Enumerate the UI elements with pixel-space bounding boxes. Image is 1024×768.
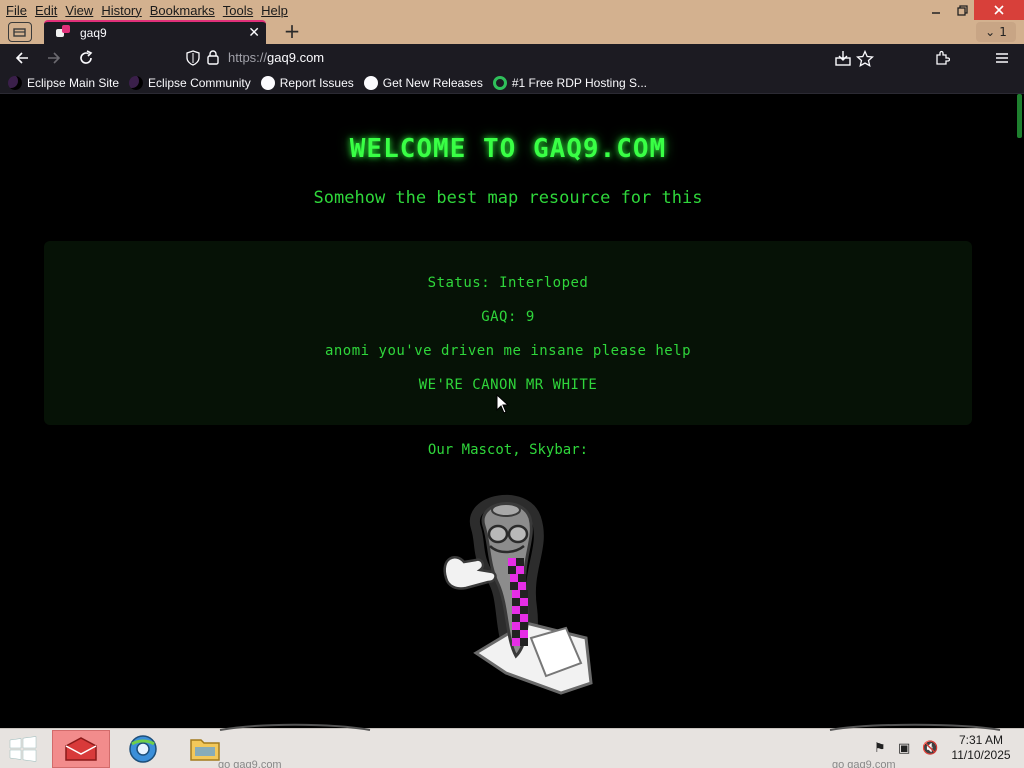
bookmark-label: Report Issues xyxy=(279,75,354,90)
bookmark-get-new-releases[interactable]: Get New Releases xyxy=(363,75,483,90)
volume-muted-icon[interactable]: 🔇 xyxy=(922,741,938,756)
tab-overview-icon xyxy=(13,28,26,37)
menu-view[interactable]: View xyxy=(61,3,97,18)
bookmark-eclipse-main-site[interactable]: Eclipse Main Site xyxy=(8,75,120,90)
forward-arrow-icon xyxy=(48,52,61,64)
clock-time: 7:31 AM xyxy=(958,733,1004,747)
taskbar-app-active[interactable] xyxy=(52,730,110,768)
reload-button[interactable] xyxy=(74,48,98,68)
rdp-icon xyxy=(492,75,507,90)
back-arrow-icon xyxy=(15,52,28,64)
taskbar-ghost-label: go gaq9.com xyxy=(832,759,896,768)
bookmark-label: Eclipse Community xyxy=(148,75,251,90)
address-bar[interactable]: https://gaq9.com xyxy=(178,47,878,69)
close-icon xyxy=(994,5,1004,15)
windows-logo-icon xyxy=(9,736,37,762)
chevron-down-icon: ⌄ xyxy=(985,25,996,39)
page-viewport[interactable]: WELCOME TO GAQ9.COM Somehow the best map… xyxy=(0,94,1024,728)
mascot-skybar-image xyxy=(443,494,593,695)
tracking-protection-shield-icon[interactable] xyxy=(186,50,200,66)
folder-icon xyxy=(190,739,220,761)
menu-help[interactable]: Help xyxy=(257,3,292,18)
mascot-label: Our Mascot, Skybar: xyxy=(427,442,589,458)
start-button[interactable] xyxy=(8,735,40,763)
gaq9-favicon-icon xyxy=(56,25,72,41)
reload-icon xyxy=(80,50,93,64)
status-line: Status: Interloped xyxy=(427,275,589,291)
menu-edit[interactable]: Edit xyxy=(31,3,61,18)
extensions-button[interactable] xyxy=(930,48,954,68)
hamburger-menu-icon xyxy=(996,53,1008,63)
gaq-line: GAQ: 9 xyxy=(481,309,535,325)
url-text[interactable]: https://gaq9.com xyxy=(228,50,324,65)
eclipse-icon xyxy=(8,75,22,90)
network-icon[interactable]: ▣ xyxy=(898,741,910,756)
menu-tools[interactable]: Tools xyxy=(219,3,257,18)
clock-date: 11/10/2025 xyxy=(951,748,1011,762)
bookmark-rdp-hosting[interactable]: #1 Free RDP Hosting S... xyxy=(492,75,648,90)
tab-count: 1 xyxy=(999,25,1007,39)
system-clock[interactable]: 7:31 AM 11/10/2025 xyxy=(946,733,1016,763)
scrollbar-thumb[interactable] xyxy=(1017,94,1022,138)
new-tab-button[interactable]: + xyxy=(282,21,302,42)
bookmarks-toolbar: Eclipse Main Site Eclipse Community Repo… xyxy=(0,72,1024,94)
taskbar: go gaq9.com go gaq9.com ⚑ ▣ 🔇 7:31 AM 11… xyxy=(0,723,1024,768)
puzzle-piece-icon xyxy=(936,50,951,65)
title-bar: File Edit View History Bookmarks Tools H… xyxy=(0,0,1024,20)
github-icon xyxy=(260,75,275,90)
minimize-icon xyxy=(932,12,940,14)
bookmark-label: Eclipse Main Site xyxy=(27,75,120,90)
forward-button[interactable] xyxy=(42,48,66,68)
github-icon xyxy=(363,75,378,90)
bookmark-label: #1 Free RDP Hosting S... xyxy=(511,75,648,90)
bookmark-label: Get New Releases xyxy=(382,75,483,90)
menu-bar: File Edit View History Bookmarks Tools H… xyxy=(0,0,292,20)
close-window-button[interactable] xyxy=(974,0,1024,20)
tab-gaq9[interactable]: gaq9 ✕ xyxy=(44,20,266,44)
taskbar-ghost-label: go gaq9.com xyxy=(218,759,282,768)
tab-overview-button[interactable] xyxy=(8,22,32,42)
eclipse-icon xyxy=(129,75,144,90)
back-button[interactable] xyxy=(10,48,34,68)
tab-strip: gaq9 ✕ + ⌄ 1 xyxy=(0,20,1024,44)
app-envelope-icon xyxy=(65,737,97,761)
page-title: WELCOME TO GAQ9.COM xyxy=(349,134,667,164)
bookmark-star-icon[interactable] xyxy=(856,50,874,68)
restore-icon xyxy=(956,4,968,16)
tab-title: gaq9 xyxy=(80,26,107,40)
menu-history[interactable]: History xyxy=(97,3,145,18)
menu-bookmarks[interactable]: Bookmarks xyxy=(146,3,219,18)
canon-line: WE'RE CANON MR WHITE xyxy=(418,377,598,393)
navigation-toolbar: https://gaq9.com xyxy=(0,44,1024,72)
page-subtitle: Somehow the best map resource for this xyxy=(313,188,703,208)
menu-file[interactable]: File xyxy=(2,3,31,18)
taskbar-browser[interactable] xyxy=(114,730,172,768)
lock-icon[interactable] xyxy=(206,49,220,65)
app-menu-button[interactable] xyxy=(990,48,1014,68)
flag-icon[interactable]: ⚑ xyxy=(874,741,886,756)
bookmark-eclipse-community[interactable]: Eclipse Community xyxy=(129,75,251,90)
plea-line: anomi you've driven me insane please hel… xyxy=(324,343,692,359)
list-all-tabs-button[interactable]: ⌄ 1 xyxy=(976,22,1016,42)
tab-close-icon[interactable]: ✕ xyxy=(248,25,260,41)
globe-browser-icon xyxy=(129,735,157,763)
bookmark-report-issues[interactable]: Report Issues xyxy=(260,75,354,90)
save-to-pocket-icon[interactable] xyxy=(834,50,852,66)
mouse-cursor-icon xyxy=(496,394,510,414)
